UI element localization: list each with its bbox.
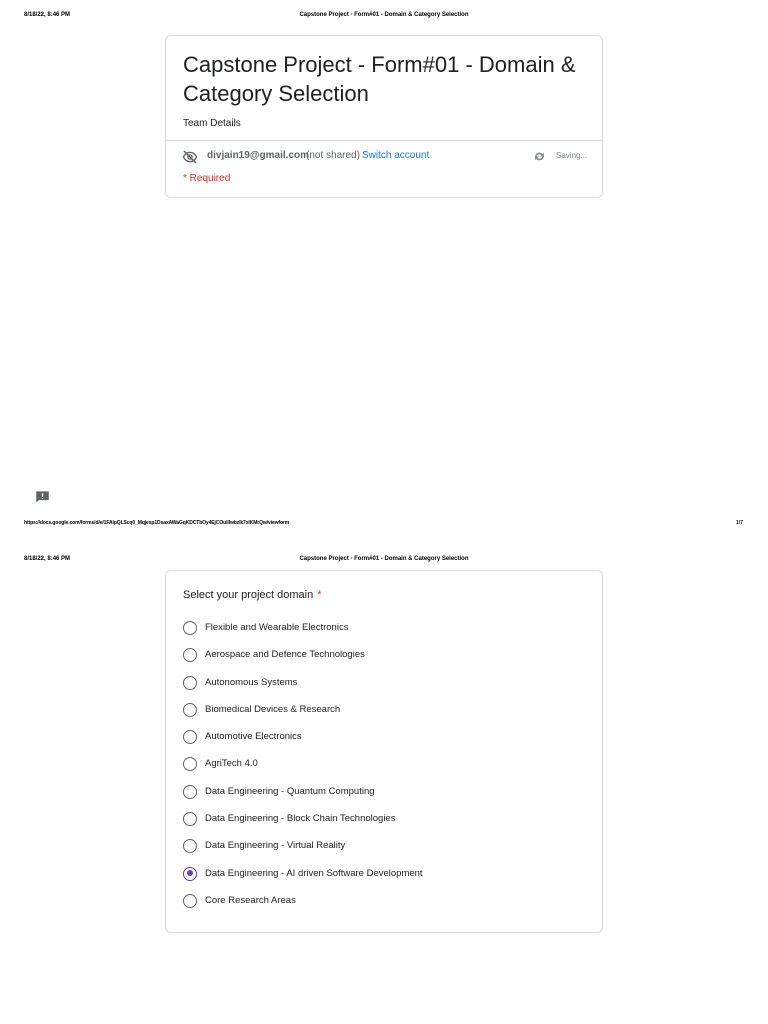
radio-option[interactable]: Aerospace and Defence Technologies: [183, 646, 593, 673]
radio-option[interactable]: Flexible and Wearable Electronics: [183, 619, 593, 646]
radio-option-label: Data Engineering - AI driven Software De…: [205, 867, 423, 879]
required-note: * Required: [183, 173, 231, 184]
radio-button[interactable]: [183, 812, 197, 827]
question-title: Select your project domain *: [183, 589, 322, 601]
print-page-number: 1/7: [736, 520, 743, 526]
radio-option[interactable]: Data Engineering - Quantum Computing: [183, 783, 593, 810]
radio-button[interactable]: [183, 675, 197, 690]
form-title: Capstone Project - Form#01 - Domain & Ca…: [183, 52, 576, 106]
question-title-text: Select your project domain: [183, 589, 314, 601]
switch-account-link[interactable]: Switch account: [362, 150, 429, 161]
radio-option-label: Data Engineering - Virtual Reality: [205, 840, 346, 852]
not-shared-label: (not shared): [306, 150, 360, 161]
radio-option-label: Biomedical Devices & Research: [205, 703, 341, 715]
feedback-icon[interactable]: [35, 490, 50, 504]
print-footer: https://docs.google.com/forms/d/e/1FAIpQ…: [0, 520, 768, 530]
divider: [166, 140, 602, 141]
radio-option[interactable]: Automotive Electronics: [183, 728, 593, 755]
radio-button[interactable]: [183, 784, 197, 799]
account-email: divjain19@gmail.com: [207, 150, 310, 161]
print-url: https://docs.google.com/forms/d/e/1FAIpQ…: [24, 520, 290, 526]
radio-button[interactable]: [183, 730, 197, 745]
radio-button[interactable]: [183, 621, 197, 635]
radio-option-label: AgriTech 4.0: [205, 758, 258, 770]
eye-off-icon: [182, 150, 198, 164]
radio-option[interactable]: AgriTech 4.0: [183, 755, 593, 782]
form-description: Team Details: [183, 118, 241, 129]
radio-option-label: Data Engineering - Block Chain Technolog…: [205, 813, 396, 825]
radio-option[interactable]: Core Research Areas: [183, 892, 593, 919]
radio-button-selected[interactable]: [183, 866, 197, 881]
sync-icon: [535, 152, 544, 161]
form-title-card: Capstone Project - Form#01 - Domain & Ca…: [165, 35, 603, 198]
radio-button[interactable]: [183, 893, 197, 908]
radio-option-label: Core Research Areas: [205, 894, 296, 906]
print-doc-title: Capstone Project - Form#01 - Domain & Ca…: [299, 12, 469, 18]
required-asterisk: *: [317, 589, 322, 601]
radio-options-list: Flexible and Wearable Electronics Aerospa…: [183, 619, 593, 919]
radio-option[interactable]: Autonomous Systems: [183, 674, 593, 701]
radio-option[interactable]: Data Engineering - AI driven Software De…: [183, 865, 593, 892]
radio-option-label: Data Engineering - Quantum Computing: [205, 785, 375, 797]
question-card-project-domain: Select your project domain * Flexible and…: [165, 570, 603, 933]
radio-option[interactable]: Data Engineering - Block Chain Technolog…: [183, 810, 593, 837]
radio-button[interactable]: [183, 839, 197, 854]
radio-button[interactable]: [183, 757, 197, 772]
radio-button[interactable]: [183, 702, 197, 717]
radio-button[interactable]: [183, 648, 197, 663]
radio-option-label: Autonomous Systems: [205, 676, 298, 688]
radio-option[interactable]: Data Engineering - Virtual Reality: [183, 837, 593, 864]
radio-option-label: Flexible and Wearable Electronics: [205, 622, 349, 633]
account-row: divjain19@gmail.com (not shared) Switch …: [182, 148, 590, 166]
print-header-page-2: 8/18/22, 8:46 PM Capstone Project - Form…: [0, 556, 768, 570]
radio-option-label: Automotive Electronics: [205, 731, 302, 743]
print-doc-title: Capstone Project - Form#01 - Domain & Ca…: [299, 556, 469, 562]
print-header: 8/18/22, 8:46 PM Capstone Project - Form…: [0, 12, 768, 26]
saving-status: Saving...: [556, 151, 588, 160]
radio-option[interactable]: Biomedical Devices & Research: [183, 701, 593, 728]
radio-option-label: Aerospace and Defence Technologies: [205, 649, 365, 661]
